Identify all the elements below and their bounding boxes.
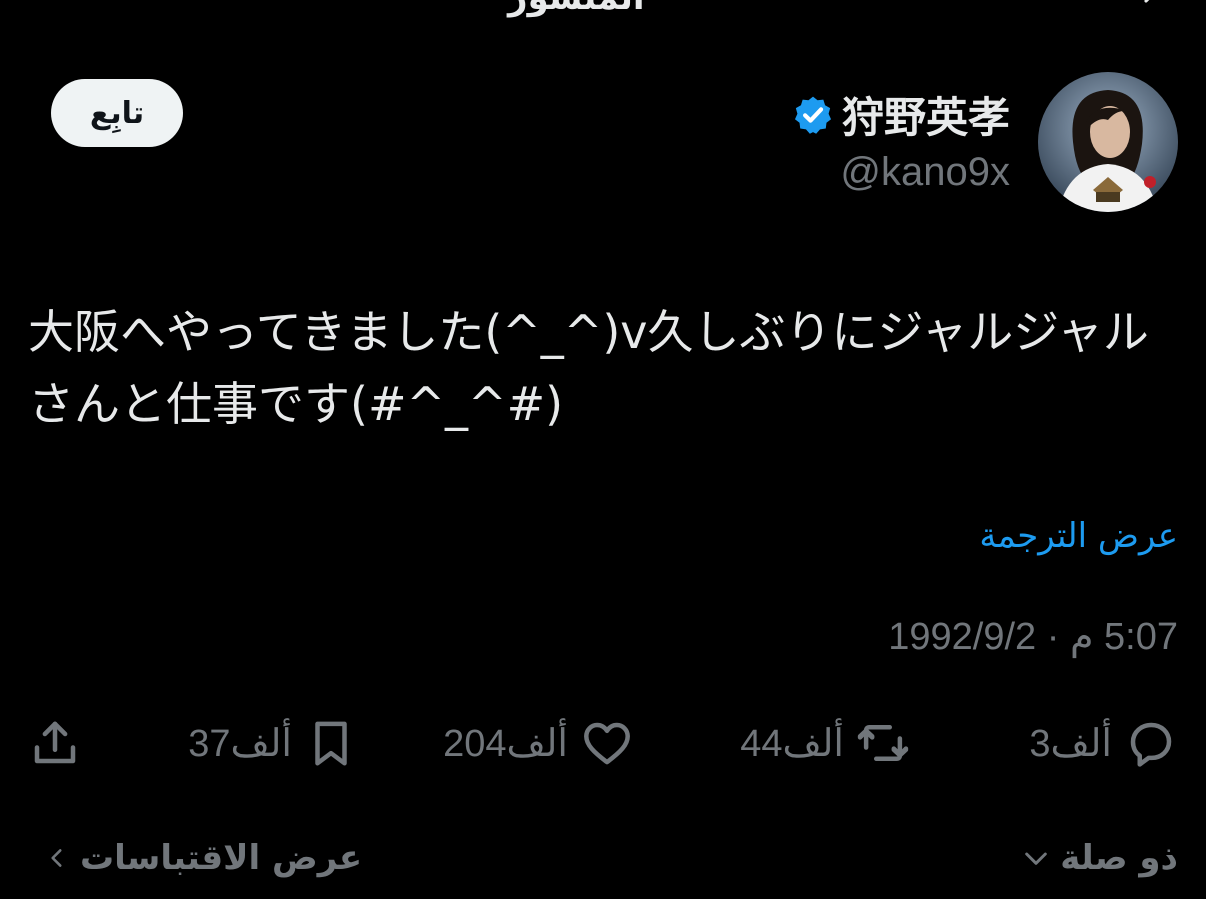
like-count: 204ألف	[443, 722, 568, 765]
display-name-row[interactable]: 狩野英孝	[792, 84, 1010, 145]
back-arrow-icon[interactable]	[1136, 0, 1166, 6]
avatar-image	[1038, 72, 1178, 212]
like-button[interactable]: 204ألف	[443, 708, 634, 778]
related-dropdown[interactable]: ذو صلة	[1020, 838, 1178, 878]
share-icon	[34, 721, 76, 764]
avatar[interactable]	[1038, 72, 1178, 212]
translate-link[interactable]: عرض الترجمة	[979, 516, 1178, 556]
user-handle[interactable]: @kano9x	[840, 150, 1010, 195]
bookmark-count: 37ألف	[188, 722, 292, 765]
related-label: ذو صلة	[1060, 838, 1178, 878]
repost-button[interactable]: 44ألف	[740, 708, 910, 778]
display-name: 狩野英孝	[841, 93, 1010, 142]
top-header: المنشور	[0, 0, 1206, 18]
share-button[interactable]	[28, 708, 82, 778]
bookmark-button[interactable]: 37ألف	[188, 708, 358, 778]
bottom-row: ذو صلة عرض الاقتباسات	[0, 838, 1206, 898]
chevron-down-icon	[1025, 852, 1048, 865]
action-bar: 3ألف 44ألف 204ألف 37ألف	[0, 708, 1206, 778]
bookmark-icon	[315, 721, 347, 766]
chevron-left-icon	[51, 849, 62, 867]
verified-badge-icon	[794, 96, 832, 134]
repost-count: 44ألف	[740, 722, 844, 765]
tweet-text: 大阪へやってきました(^_^)v久しぶりにジャルジャルさんと仕事です(#^_^#…	[28, 305, 1149, 431]
reply-count: 3ألف	[1029, 722, 1112, 765]
page-title: المنشور	[508, 0, 645, 18]
heart-icon	[584, 722, 630, 765]
reply-button[interactable]: 3ألف	[1029, 708, 1178, 778]
tweet-timestamp[interactable]: 5:07 م · 1992/9/2	[888, 614, 1178, 659]
quotes-label: عرض الاقتباسات	[80, 838, 363, 878]
follow-button[interactable]: تابِع	[51, 79, 183, 147]
view-quotes-link[interactable]: عرض الاقتباسات	[44, 838, 362, 878]
repost-icon	[857, 725, 909, 761]
reply-icon	[1130, 722, 1172, 767]
